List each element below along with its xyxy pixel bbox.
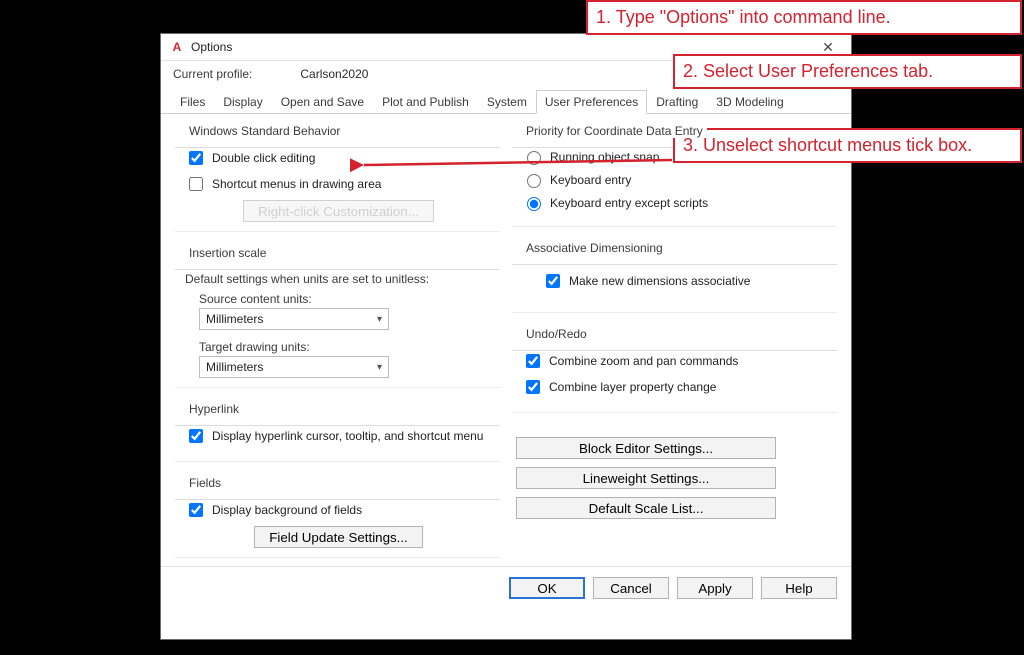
checkbox-input[interactable]	[546, 274, 560, 288]
tab-3d-modeling[interactable]: 3D Modeling	[707, 90, 792, 113]
apply-button[interactable]: Apply	[677, 577, 753, 599]
tab-user-preferences[interactable]: User Preferences	[536, 90, 647, 114]
radio-keyboard-except-scripts[interactable]: Keyboard entry except scripts	[522, 194, 829, 211]
target-units-value: Millimeters	[206, 360, 263, 374]
tab-plot-and-publish[interactable]: Plot and Publish	[373, 90, 478, 113]
right-button-stack: Block Editor Settings... Lineweight Sett…	[516, 437, 837, 519]
checkbox-label: Make new dimensions associative	[569, 274, 750, 288]
checkbox-fields-background[interactable]: Display background of fields	[185, 500, 492, 520]
group-insertion-scale: Insertion scale Default settings when un…	[175, 246, 500, 388]
radio-keyboard-entry[interactable]: Keyboard entry	[522, 171, 829, 188]
checkbox-input[interactable]	[526, 354, 540, 368]
help-button[interactable]: Help	[761, 577, 837, 599]
checkbox-label: Display background of fields	[212, 503, 362, 517]
radio-input[interactable]	[527, 174, 541, 188]
checkbox-label: Shortcut menus in drawing area	[212, 177, 381, 191]
group-hyperlink: Hyperlink Display hyperlink cursor, tool…	[175, 402, 500, 462]
checkbox-input[interactable]	[189, 429, 203, 443]
target-units-label: Target drawing units:	[199, 340, 492, 354]
window-title: Options	[191, 40, 232, 54]
dialog-body: Windows Standard Behavior Double click e…	[161, 114, 851, 566]
group-undo-redo: Undo/Redo Combine zoom and pan commands …	[512, 327, 837, 413]
chevron-down-icon: ▾	[377, 362, 382, 373]
default-scale-list-button[interactable]: Default Scale List...	[516, 497, 776, 519]
legend-fields: Fields	[185, 476, 225, 490]
tab-files[interactable]: Files	[171, 90, 214, 113]
checkbox-input-double-click[interactable]	[189, 151, 203, 165]
app-logo-icon: A	[169, 39, 185, 55]
checkbox-label: Combine zoom and pan commands	[549, 354, 738, 368]
legend-assoc: Associative Dimensioning	[522, 241, 667, 255]
close-icon[interactable]: ✕	[813, 39, 843, 56]
legend-hyperlink: Hyperlink	[185, 402, 243, 416]
checkbox-input-shortcut-menus[interactable]	[189, 177, 203, 191]
legend-wsb: Windows Standard Behavior	[185, 124, 344, 138]
profile-label: Current profile:	[173, 67, 252, 81]
left-column: Windows Standard Behavior Double click e…	[175, 124, 500, 558]
right-click-customization-button[interactable]: Right-click Customization...	[243, 200, 434, 222]
dialog-footer: OK Cancel Apply Help	[161, 566, 851, 609]
cancel-button[interactable]: Cancel	[593, 577, 669, 599]
radio-label: Keyboard entry except scripts	[550, 196, 708, 210]
right-column: Priority for Coordinate Data Entry Runni…	[512, 124, 837, 558]
callout-step-2: 2. Select User Preferences tab.	[673, 54, 1022, 89]
checkbox-combine-layer-prop[interactable]: Combine layer property change	[522, 377, 829, 397]
target-units-select[interactable]: Millimeters ▾	[199, 356, 389, 378]
callout-step-1: 1. Type "Options" into command line.	[586, 0, 1022, 35]
checkbox-hyperlink-cursor[interactable]: Display hyperlink cursor, tooltip, and s…	[185, 426, 492, 446]
source-units-select[interactable]: Millimeters ▾	[199, 308, 389, 330]
options-dialog: A Options ✕ Current profile: Carlson2020…	[160, 33, 852, 640]
tab-display[interactable]: Display	[214, 90, 271, 113]
tab-open-and-save[interactable]: Open and Save	[272, 90, 373, 113]
checkbox-combine-zoom-pan[interactable]: Combine zoom and pan commands	[522, 351, 829, 371]
ok-button[interactable]: OK	[509, 577, 585, 599]
checkbox-input[interactable]	[189, 503, 203, 517]
checkbox-double-click-editing[interactable]: Double click editing	[185, 148, 492, 168]
source-units-value: Millimeters	[206, 312, 263, 326]
tab-system[interactable]: System	[478, 90, 536, 113]
source-units-label: Source content units:	[199, 292, 492, 306]
profile-value: Carlson2020	[300, 67, 368, 81]
radio-label: Running object snap	[550, 150, 659, 164]
chevron-down-icon: ▾	[377, 314, 382, 325]
legend-priority: Priority for Coordinate Data Entry	[522, 124, 707, 138]
checkbox-shortcut-menus[interactable]: Shortcut menus in drawing area	[185, 174, 492, 194]
block-editor-settings-button[interactable]: Block Editor Settings...	[516, 437, 776, 459]
checkbox-label: Display hyperlink cursor, tooltip, and s…	[212, 429, 483, 443]
legend-insertion: Insertion scale	[185, 246, 270, 260]
group-fields: Fields Display background of fields Fiel…	[175, 476, 500, 558]
lineweight-settings-button[interactable]: Lineweight Settings...	[516, 467, 776, 489]
radio-label: Keyboard entry	[550, 173, 631, 187]
radio-input[interactable]	[527, 151, 541, 165]
insertion-default-note: Default settings when units are set to u…	[185, 272, 492, 286]
stage: A Options ✕ Current profile: Carlson2020…	[0, 0, 1024, 655]
tabs: FilesDisplayOpen and SavePlot and Publis…	[161, 89, 851, 114]
tab-drafting[interactable]: Drafting	[647, 90, 707, 113]
field-update-settings-button[interactable]: Field Update Settings...	[254, 526, 423, 548]
group-windows-standard-behavior: Windows Standard Behavior Double click e…	[175, 124, 500, 232]
checkbox-label: Double click editing	[212, 151, 315, 165]
radio-input[interactable]	[527, 197, 541, 211]
checkbox-input[interactable]	[526, 380, 540, 394]
group-associative-dim: Associative Dimensioning Make new dimens…	[512, 241, 837, 313]
checkbox-label: Combine layer property change	[549, 380, 716, 394]
callout-step-3: 3. Unselect shortcut menus tick box.	[673, 128, 1022, 163]
checkbox-assoc-dim[interactable]: Make new dimensions associative	[542, 271, 829, 291]
legend-undo: Undo/Redo	[522, 327, 591, 341]
